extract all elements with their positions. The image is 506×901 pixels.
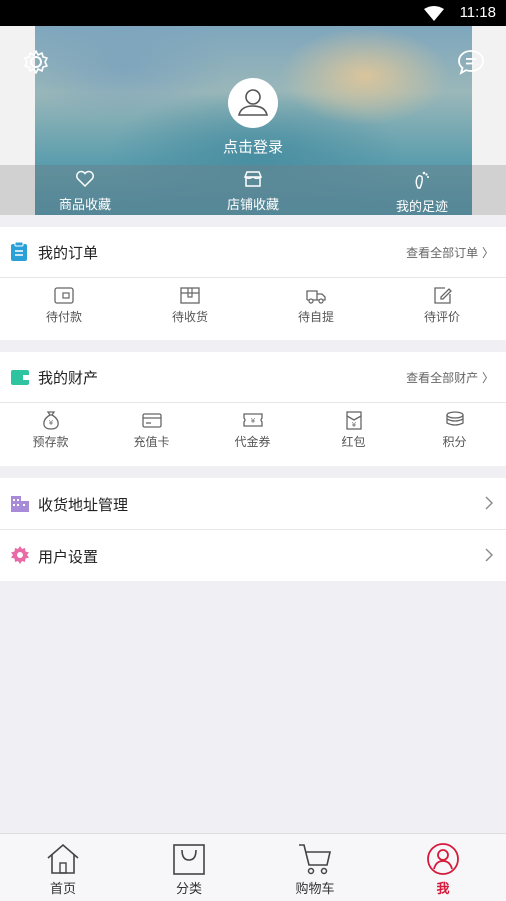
wallet-green-icon	[11, 370, 29, 385]
favorite-goods[interactable]: 商品收藏	[25, 170, 145, 213]
orders-card: 我的订单 查看全部订单 〉 待付款 待收货 待自提 待评价	[0, 227, 506, 340]
view-all-assets-label: 查看全部财产	[406, 371, 479, 385]
voucher-icon: ¥	[242, 413, 263, 427]
recharge-card-label: 充值卡	[133, 435, 170, 449]
tab-cart[interactable]: 购物车	[265, 842, 365, 897]
wallet-icon	[54, 287, 74, 304]
red-envelope[interactable]: ¥ 红包	[303, 410, 404, 450]
status-time: 11:18	[459, 4, 496, 21]
pending-payment-label: 待付款	[45, 310, 82, 324]
heart-icon	[76, 170, 94, 188]
points-label: 积分	[442, 435, 467, 449]
my-footprints[interactable]: 我的足迹	[362, 170, 482, 215]
bottom-tab-bar: 首页 分类 购物车 我	[0, 833, 506, 901]
menu-list: 收货地址管理 用户设置	[0, 478, 506, 581]
home-icon	[47, 843, 79, 874]
assets-card: 我的财产 查看全部财产 〉 ¥ 预存款 充值卡 ¥ 代金券 ¥ 红包 积分	[0, 352, 506, 466]
user-avatar-icon	[238, 89, 268, 116]
truck-icon	[306, 290, 326, 304]
points[interactable]: 积分	[404, 410, 505, 450]
tab-category[interactable]: 分类	[139, 842, 239, 897]
assets-header[interactable]: 我的财产 查看全部财产 〉	[0, 352, 506, 403]
status-bar: 11:18	[0, 0, 506, 26]
settings-pink-icon	[11, 546, 29, 564]
wifi-icon	[424, 6, 444, 21]
favorite-goods-label: 商品收藏	[58, 198, 111, 213]
order-clipboard-icon	[11, 242, 27, 261]
pending-payment[interactable]: 待付款	[14, 285, 114, 325]
pending-receipt[interactable]: 待收货	[140, 285, 240, 325]
svg-text:¥: ¥	[250, 417, 255, 425]
tab-me[interactable]: 我	[393, 842, 493, 897]
avatar[interactable]	[228, 78, 278, 128]
orders-title: 我的订单	[38, 244, 99, 262]
category-bag-icon	[173, 844, 205, 875]
cash-voucher[interactable]: ¥ 代金券	[202, 410, 303, 450]
cash-voucher-label: 代金券	[234, 435, 271, 449]
view-all-orders-link[interactable]: 查看全部订单 〉	[406, 244, 494, 261]
footprint-icon	[415, 171, 429, 189]
user-settings-row[interactable]: 用户设置	[0, 530, 506, 581]
user-settings-label: 用户设置	[38, 548, 99, 566]
orders-header[interactable]: 我的订单 查看全部订单 〉	[0, 227, 506, 278]
points-coins-icon	[445, 411, 464, 426]
pending-review[interactable]: 待评价	[392, 285, 492, 325]
chevron-right-icon: 〉	[481, 371, 494, 385]
tab-home-label: 首页	[49, 882, 76, 897]
favorite-shops[interactable]: 店铺收藏	[193, 170, 313, 213]
red-envelope-label: 红包	[341, 435, 366, 449]
pending-receipt-label: 待收货	[171, 310, 208, 324]
view-all-orders-label: 查看全部订单	[406, 246, 479, 260]
edit-icon	[434, 287, 452, 304]
svg-text:¥: ¥	[48, 419, 53, 427]
pending-pickup-label: 待自提	[297, 310, 334, 324]
address-management-label: 收货地址管理	[38, 496, 129, 514]
view-all-assets-link[interactable]: 查看全部财产 〉	[406, 369, 494, 386]
chevron-right-icon: 〉	[481, 246, 494, 260]
my-footprints-label: 我的足迹	[395, 200, 448, 215]
prepaid-deposit[interactable]: ¥ 预存款	[0, 410, 101, 450]
building-address-icon	[11, 496, 29, 512]
red-envelope-icon: ¥	[345, 411, 362, 430]
assets-title: 我的财产	[38, 369, 99, 387]
profile-header: 点击登录 商品收藏 店铺收藏 我的足迹	[0, 26, 506, 215]
card-icon	[141, 413, 162, 428]
package-icon	[180, 287, 200, 304]
address-management-row[interactable]: 收货地址管理	[0, 478, 506, 530]
shop-icon	[243, 171, 263, 187]
tab-home[interactable]: 首页	[13, 842, 113, 897]
settings-gear-icon[interactable]	[22, 48, 50, 80]
user-icon	[427, 843, 459, 875]
recharge-card[interactable]: 充值卡	[101, 410, 202, 450]
svg-text:¥: ¥	[351, 421, 356, 429]
chevron-right-icon	[485, 496, 493, 510]
pending-pickup[interactable]: 待自提	[266, 285, 366, 325]
chevron-right-icon	[485, 548, 493, 562]
login-link[interactable]: 点击登录	[0, 136, 506, 157]
cart-icon	[299, 844, 332, 875]
message-chat-icon[interactable]	[457, 48, 485, 80]
tab-category-label: 分类	[175, 882, 202, 897]
prepaid-deposit-label: 预存款	[32, 435, 69, 449]
favorite-shops-label: 店铺收藏	[226, 198, 279, 213]
tab-me-label: 我	[436, 882, 450, 897]
pending-review-label: 待评价	[423, 310, 460, 324]
money-bag-icon: ¥	[42, 411, 59, 430]
tab-cart-label: 购物车	[295, 882, 335, 897]
